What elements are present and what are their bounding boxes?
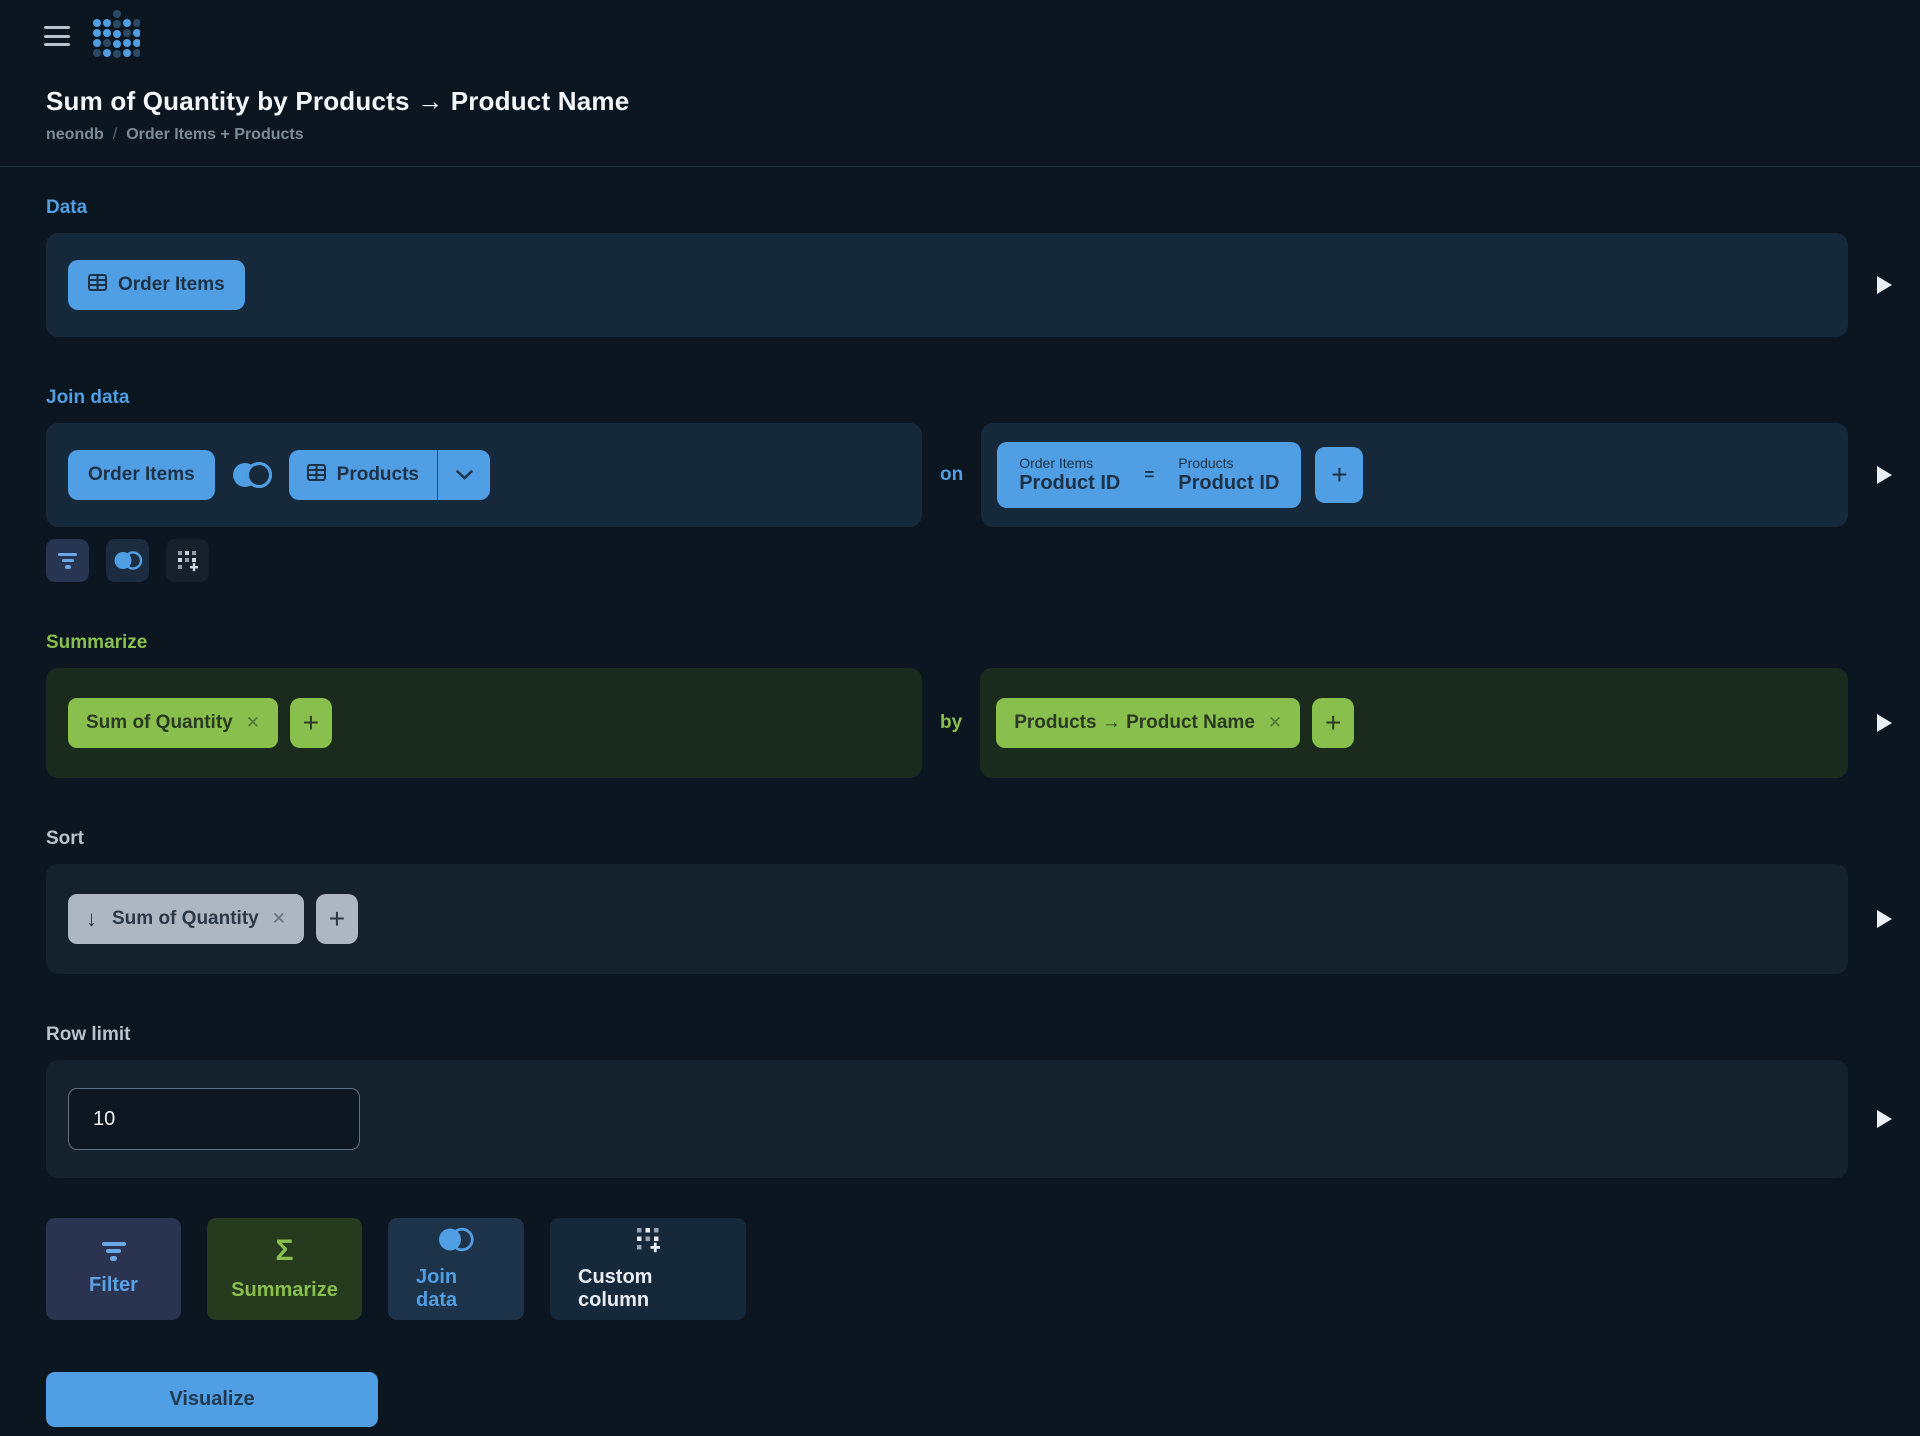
breadcrumb: neondb / Order Items + Products xyxy=(46,126,1848,144)
row-limit-input[interactable] xyxy=(68,1088,360,1150)
custom-column-action-label: Custom column xyxy=(578,1266,718,1312)
filter-action-button[interactable]: Filter xyxy=(46,1218,181,1320)
sort-card: ↓ Sum of Quantity ✕ + xyxy=(46,864,1848,974)
join-right-table-button[interactable]: Products xyxy=(289,450,490,500)
sort-direction-icon[interactable]: ↓ xyxy=(86,906,97,932)
summarize-by-label: by xyxy=(940,712,962,734)
summarize-section-row: Sum of Quantity ✕ + by Products → Produc… xyxy=(46,668,1920,778)
row-limit-preview-button[interactable] xyxy=(1848,1060,1920,1178)
join-icon xyxy=(437,1226,475,1253)
summarize-breakout-card: Products → Product Name ✕ + xyxy=(980,668,1848,778)
table-icon xyxy=(307,464,326,487)
join-table-dropdown-toggle[interactable] xyxy=(438,450,490,500)
custom-column-action-button[interactable]: Custom column xyxy=(550,1218,746,1320)
play-icon xyxy=(1876,910,1892,928)
sort-preview-button[interactable] xyxy=(1848,864,1920,974)
sigma-icon: Σ xyxy=(275,1236,293,1266)
menu-icon[interactable] xyxy=(44,26,70,46)
add-custom-column-step-button[interactable] xyxy=(166,539,209,582)
custom-column-icon xyxy=(177,550,199,572)
breakout-label: Products → Product Name xyxy=(1014,712,1255,734)
row-limit-section-label: Row limit xyxy=(46,1024,1920,1046)
filter-action-label: Filter xyxy=(89,1274,138,1297)
row-limit-card xyxy=(46,1060,1848,1178)
metabase-logo-icon[interactable] xyxy=(90,9,140,63)
data-table-label: Order Items xyxy=(118,274,225,296)
add-filter-step-button[interactable] xyxy=(46,539,89,582)
add-sort-button[interactable]: + xyxy=(316,894,358,944)
sort-chip[interactable]: ↓ Sum of Quantity ✕ xyxy=(68,894,304,944)
filter-icon xyxy=(102,1242,126,1261)
remove-metric-icon[interactable]: ✕ xyxy=(246,713,260,733)
condition-left-table: Order Items xyxy=(1019,455,1120,471)
join-action-button[interactable]: Join data xyxy=(388,1218,524,1320)
breadcrumb-database[interactable]: neondb xyxy=(46,126,104,144)
remove-breakout-icon[interactable]: ✕ xyxy=(1268,713,1282,733)
row-limit-section-row xyxy=(46,1060,1920,1178)
sort-section-label: Sort xyxy=(46,828,1920,850)
condition-right-column: Product ID xyxy=(1178,472,1279,495)
breadcrumb-separator: / xyxy=(113,126,117,144)
data-section-label: Data xyxy=(46,197,1920,219)
custom-column-icon xyxy=(635,1226,662,1253)
join-right-table-label: Products xyxy=(337,464,419,486)
breakout-chip[interactable]: Products → Product Name ✕ xyxy=(996,698,1300,748)
visualize-label: Visualize xyxy=(169,1388,254,1411)
add-breakout-button[interactable]: + xyxy=(1312,698,1354,748)
page-title: Sum of Quantity by Products → Product Na… xyxy=(46,86,1848,117)
join-step-actions xyxy=(46,539,1920,582)
metric-label: Sum of Quantity xyxy=(86,712,233,734)
play-icon xyxy=(1876,1110,1892,1128)
join-condition-card: Order Items Product ID = Products Produc… xyxy=(981,423,1848,527)
header: Sum of Quantity by Products → Product Na… xyxy=(0,62,1920,167)
join-left-table-button[interactable]: Order Items xyxy=(68,450,215,500)
data-preview-button[interactable] xyxy=(1848,233,1920,337)
join-left-table-label: Order Items xyxy=(88,464,195,486)
summarize-preview-button[interactable] xyxy=(1848,668,1920,778)
join-type-icon[interactable] xyxy=(230,460,274,490)
sort-field-label: Sum of Quantity xyxy=(112,908,259,930)
join-section-row: Order Items xyxy=(46,423,1920,527)
top-bar xyxy=(0,0,1920,62)
remove-sort-icon[interactable]: ✕ xyxy=(272,909,286,929)
data-section-row: Order Items xyxy=(46,233,1920,337)
join-on-label: on xyxy=(940,464,963,486)
condition-right-table: Products xyxy=(1178,455,1279,471)
breadcrumb-table[interactable]: Order Items + Products xyxy=(126,126,303,144)
add-join-step-button[interactable] xyxy=(106,539,149,582)
summarize-section-label: Summarize xyxy=(46,632,1920,654)
join-action-label: Join data xyxy=(416,1266,496,1312)
join-icon xyxy=(113,550,143,571)
add-join-condition-button[interactable]: + xyxy=(1315,447,1363,503)
metric-chip[interactable]: Sum of Quantity ✕ xyxy=(68,698,278,748)
join-preview-button[interactable] xyxy=(1848,423,1920,527)
table-icon xyxy=(88,274,107,297)
play-icon xyxy=(1876,714,1892,732)
condition-left-column: Product ID xyxy=(1019,472,1120,495)
sort-section-row: ↓ Sum of Quantity ✕ + xyxy=(46,864,1920,974)
visualize-button[interactable]: Visualize xyxy=(46,1372,378,1427)
join-condition-chip[interactable]: Order Items Product ID = Products Produc… xyxy=(997,442,1301,508)
join-tables-card: Order Items xyxy=(46,423,922,527)
add-metric-button[interactable]: + xyxy=(290,698,332,748)
data-card: Order Items xyxy=(46,233,1848,337)
filter-icon xyxy=(58,553,77,569)
summarize-action-label: Summarize xyxy=(231,1279,338,1302)
summarize-metrics-card: Sum of Quantity ✕ + xyxy=(46,668,922,778)
join-section-label: Join data xyxy=(46,387,1920,409)
summarize-action-button[interactable]: Σ Summarize xyxy=(207,1218,362,1320)
data-table-button[interactable]: Order Items xyxy=(68,260,245,310)
condition-operator: = xyxy=(1144,465,1154,485)
play-icon xyxy=(1876,466,1892,484)
play-icon xyxy=(1876,276,1892,294)
add-step-actions: Filter Σ Summarize Join data Custom colu… xyxy=(46,1218,1920,1320)
chevron-down-icon xyxy=(456,470,473,480)
